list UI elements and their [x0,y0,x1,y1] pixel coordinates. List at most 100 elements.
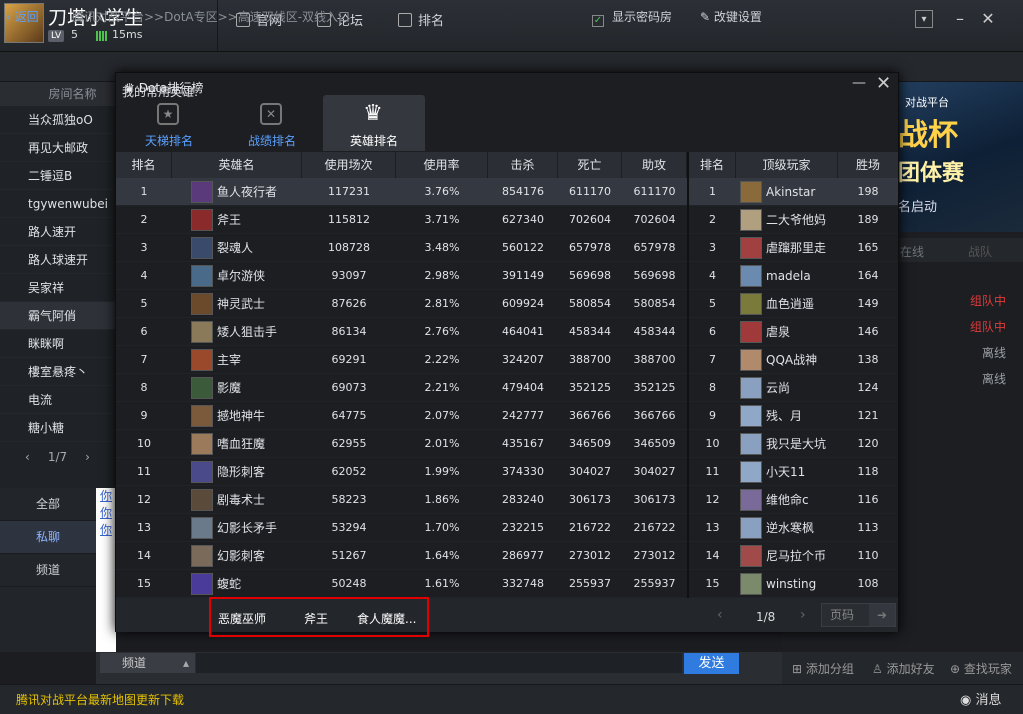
hero-portrait-icon[interactable] [191,237,213,259]
chat-input[interactable] [196,653,682,673]
hero-portrait-icon[interactable] [191,181,213,203]
table-row[interactable]: 6 86134 2.76% 464041 458344 458344 6 146 矮人狙击手 虐泉 [116,318,898,346]
add-friend-button[interactable]: ♙ 添加好友 [872,660,935,677]
chevron-left-icon[interactable]: ‹ [25,450,30,464]
hero-portrait-icon[interactable] [191,265,213,287]
table-row[interactable]: 1 117231 3.76% 854176 611170 611170 1 198 鱼人夜行者 A… [116,178,898,206]
chevron-right-icon[interactable]: › [85,450,90,464]
player-name[interactable]: 云尚 [766,374,790,402]
chevron-left-icon[interactable]: ‹ [717,607,723,623]
hero-name[interactable]: 卓尔游侠 [217,262,265,290]
list-item[interactable]: tgywenwubei [0,190,115,218]
hero-name[interactable]: 幻影长矛手 [217,514,277,542]
chat-link[interactable]: 你 [96,488,116,505]
list-item[interactable]: 当众孤独oO [0,106,115,134]
player-name[interactable]: 小天11 [766,458,805,486]
favorite-hero[interactable]: 恶魔巫师 [218,610,266,627]
list-item[interactable]: 路人速开 [0,218,115,246]
tab-online[interactable]: 在线 [900,243,924,260]
list-item[interactable]: 霸气阿俏 [0,302,115,330]
tab-channel[interactable]: 频道 [0,554,96,587]
hero-portrait-icon[interactable] [191,209,213,231]
page-number-input[interactable]: 页码 ➜ [821,603,896,627]
hero-name[interactable]: 鱼人夜行者 [217,178,277,206]
checkbox-checked-icon[interactable]: ✓ [592,15,604,27]
table-row[interactable]: 11 62052 1.99% 374330 304027 304027 11 118 隐形刺客 小… [116,458,898,486]
player-name[interactable]: 二大爷他妈 [766,206,826,234]
hero-name[interactable]: 神灵武士 [217,290,265,318]
send-button[interactable]: 发送 [684,653,739,674]
hero-name[interactable]: 裂魂人 [217,234,253,262]
player-avatar-icon[interactable] [740,433,762,455]
minimize-button[interactable]: — [852,75,866,91]
table-row[interactable]: 5 87626 2.81% 609924 580854 580854 5 149 神灵武士 血色逍… [116,290,898,318]
hero-name[interactable]: 嗜血狂魔 [217,430,265,458]
chat-link[interactable]: 你 [96,505,116,522]
go-arrow-icon[interactable]: ➜ [869,604,895,626]
player-avatar-icon[interactable] [740,237,762,259]
player-name[interactable]: 逆水寒枫 [766,514,814,542]
table-row[interactable]: 10 62955 2.01% 435167 346509 346509 10 120 嗜血狂魔 我… [116,430,898,458]
column-header[interactable]: 胜场 [838,152,898,178]
player-name[interactable]: 虐泉 [766,318,790,346]
table-row[interactable]: 12 58223 1.86% 283240 306173 306173 12 116 剧毒术士 维… [116,486,898,514]
table-row[interactable]: 2 115812 3.71% 627340 702604 702604 2 189 斧王 二大爷他… [116,206,898,234]
player-avatar-icon[interactable] [740,349,762,371]
table-row[interactable]: 15 50248 1.61% 332748 255937 255937 15 108 蝮蛇 win… [116,570,898,598]
tab-hero-ranking[interactable]: ♛ 英雄排名 [323,95,425,151]
player-avatar-icon[interactable] [740,209,762,231]
player-avatar-icon[interactable] [740,461,762,483]
column-header[interactable]: 助攻 [622,152,687,178]
hero-portrait-icon[interactable] [191,517,213,539]
list-item[interactable]: 电流 [0,386,115,414]
hero-name[interactable]: 蝮蛇 [217,570,241,598]
table-row[interactable]: 9 64775 2.07% 242777 366766 366766 9 121 撼地神牛 残、月 [116,402,898,430]
column-header[interactable]: 死亡 [558,152,622,178]
tab-private[interactable]: 私聊 [0,521,96,554]
messages-button[interactable]: ◉ 消息 [960,689,1002,708]
tab-record-ranking[interactable]: ✕ 战绩排名 [221,95,323,151]
player-name[interactable]: QQA战神 [766,346,817,374]
nav-ranking[interactable]: 排名 [398,12,444,32]
hero-portrait-icon[interactable] [191,461,213,483]
player-avatar-icon[interactable] [740,265,762,287]
column-header[interactable]: 英雄名 [172,152,302,178]
key-settings-button[interactable]: ✎ 改键设置 [700,8,762,25]
player-name[interactable]: winsting [766,570,816,598]
player-avatar-icon[interactable] [740,377,762,399]
player-name[interactable]: 血色逍遥 [766,290,814,318]
hero-name[interactable]: 剧毒术士 [217,486,265,514]
news-link[interactable]: 腾讯对战平台最新地图更新下载 [16,691,184,708]
hero-name[interactable]: 撼地神牛 [217,402,265,430]
player-avatar-icon[interactable] [740,405,762,427]
channel-select[interactable]: 频道 ▴ [100,653,195,673]
player-name[interactable]: 残、月 [766,402,802,430]
tab-team[interactable]: 战队 [968,243,992,260]
column-header[interactable]: 排名 [689,152,736,178]
player-name[interactable]: 虐蹿那里走 [766,234,826,262]
player-name[interactable]: madela [766,262,811,290]
column-header[interactable]: 使用率 [396,152,488,178]
player-avatar-icon[interactable] [740,321,762,343]
hero-portrait-icon[interactable] [191,293,213,315]
hero-portrait-icon[interactable] [191,433,213,455]
player-name[interactable]: Akinstar [766,178,815,206]
hero-portrait-icon[interactable] [191,489,213,511]
chat-link[interactable]: 你 [96,522,116,539]
favorite-hero[interactable]: 斧王 [304,610,328,627]
hero-portrait-icon[interactable] [191,321,213,343]
table-row[interactable]: 13 53294 1.70% 232215 216722 216722 13 113 幻影长矛手… [116,514,898,542]
player-name[interactable]: 我只是大坑 [766,430,826,458]
dropdown-menu-button[interactable]: ▾ [915,10,933,28]
table-row[interactable]: 4 93097 2.98% 391149 569698 569698 4 164 卓尔游侠 mad… [116,262,898,290]
hero-name[interactable]: 斧王 [217,206,241,234]
hero-name[interactable]: 影魔 [217,374,241,402]
player-avatar-icon[interactable] [740,181,762,203]
minimize-button[interactable]: – [951,10,969,28]
hero-portrait-icon[interactable] [191,405,213,427]
hero-portrait-icon[interactable] [191,377,213,399]
chevron-right-icon[interactable]: › [800,607,806,623]
player-name[interactable]: 尼马拉个币 [766,542,826,570]
player-avatar-icon[interactable] [740,293,762,315]
favorite-hero[interactable]: 食人魔魔... [357,610,416,627]
